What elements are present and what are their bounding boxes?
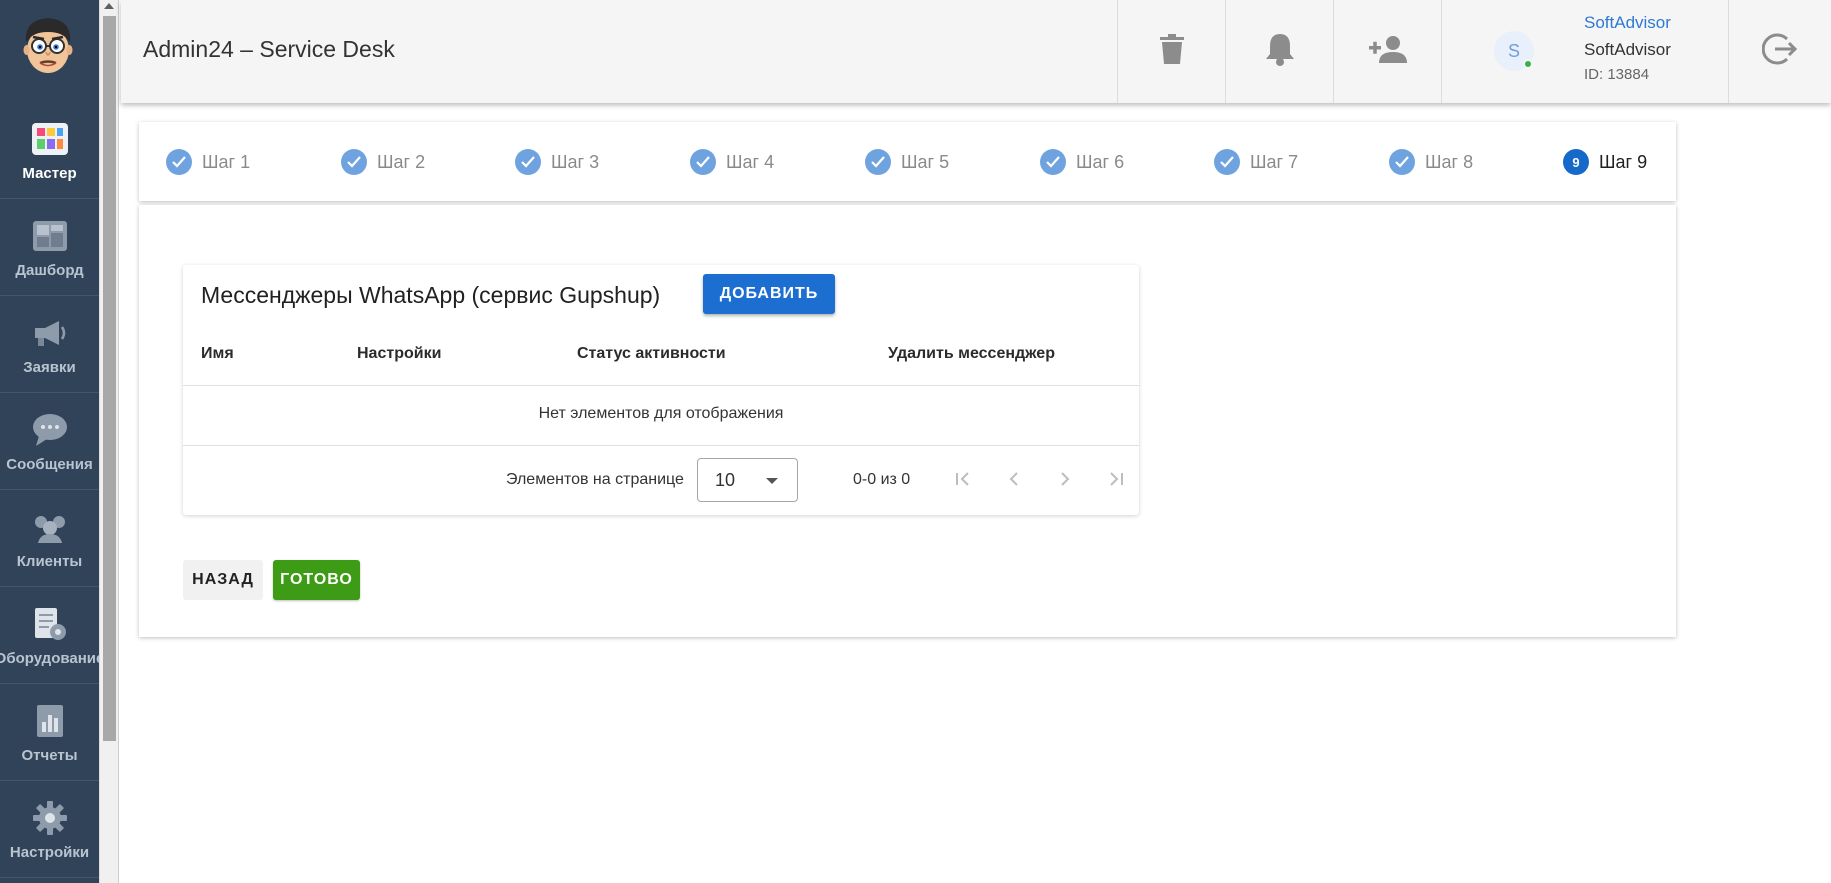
step-1[interactable]: Шаг 1 — [166, 149, 250, 175]
column-header-delete[interactable]: Удалить мессенджер — [888, 345, 1055, 363]
first-page-icon — [954, 471, 972, 492]
sidebar-item-label: Мастер — [22, 164, 77, 182]
wizard-icon — [30, 119, 70, 159]
step-number-badge: 9 — [1563, 149, 1589, 175]
user-profile-link[interactable]: SoftAdvisor — [1584, 13, 1671, 33]
step-7[interactable]: Шаг 7 — [1214, 149, 1298, 175]
app-title: Admin24 – Service Desk — [143, 36, 395, 62]
reports-icon — [30, 701, 70, 741]
step-9[interactable]: 9 Шаг 9 — [1563, 149, 1647, 175]
table-title: Мессенджеры WhatsApp (сервис Gupshup) — [201, 282, 661, 308]
step-4[interactable]: Шаг 4 — [690, 149, 774, 175]
check-icon — [166, 149, 192, 175]
sidebar-item-dashboard[interactable]: Дашборд — [0, 199, 99, 296]
step-8[interactable]: Шаг 8 — [1389, 149, 1473, 175]
column-header-settings[interactable]: Настройки — [357, 345, 441, 363]
sidebar-item-label: Заявки — [23, 358, 76, 376]
step-label: Шаг 7 — [1250, 151, 1299, 172]
column-header-status[interactable]: Статус активности — [577, 345, 726, 363]
step-content-card: Мессенджеры WhatsApp (сервис Gupshup) ДО… — [139, 205, 1676, 637]
step-label: Шаг 8 — [1425, 151, 1474, 172]
sidebar-item-label: Сообщения — [6, 455, 93, 473]
step-label: Шаг 1 — [202, 151, 251, 172]
add-user-icon — [1368, 35, 1407, 68]
wizard-stepper: Шаг 1 Шаг 2 Шаг 3 Шаг 4 Шаг 5 Шаг 6 Шаг … — [139, 122, 1676, 201]
sidebar-item-label: Оборудование — [0, 649, 105, 667]
user-id: ID: 13884 — [1584, 66, 1650, 83]
sidebar-item-label: Клиенты — [16, 552, 83, 570]
user-name: SoftAdvisor — [1584, 40, 1671, 59]
clients-icon — [30, 507, 70, 547]
sidebar-item-label: Настройки — [9, 843, 90, 861]
online-status-indicator — [1523, 59, 1533, 69]
check-icon — [690, 149, 716, 175]
sidebar-item-clients[interactable]: Клиенты — [0, 490, 99, 587]
chat-bubble-icon — [30, 410, 70, 450]
done-button[interactable]: ГОТОВО — [273, 560, 360, 600]
step-label: Шаг 2 — [377, 151, 426, 172]
trash-icon — [1159, 34, 1185, 69]
dashboard-icon — [30, 216, 70, 256]
app-logo[interactable] — [16, 12, 80, 76]
step-label: Шаг 6 — [1076, 151, 1125, 172]
step-6[interactable]: Шаг 6 — [1040, 149, 1124, 175]
header-divider — [183, 385, 1139, 386]
bell-icon — [1265, 32, 1295, 71]
step-label: Шаг 4 — [726, 151, 775, 172]
check-icon — [1389, 149, 1415, 175]
column-header-name[interactable]: Имя — [201, 345, 234, 363]
check-icon — [341, 149, 367, 175]
top-header: Admin24 – Service Desk S SoftAdvisor Sof… — [121, 0, 1831, 103]
user-profile[interactable]: S SoftAdvisor SoftAdvisor ID: 13884 — [1441, 0, 1728, 103]
per-page-value: 10 — [715, 470, 736, 490]
sidebar-item-equipment[interactable]: Оборудование — [0, 587, 104, 684]
megaphone-icon — [30, 313, 70, 353]
chevron-left-icon — [1007, 471, 1021, 492]
sidebar-item-master[interactable]: Мастер — [0, 102, 99, 199]
step-label: Шаг 3 — [551, 151, 600, 172]
sidebar-item-tickets[interactable]: Заявки — [0, 296, 99, 393]
gear-icon — [30, 798, 70, 838]
scroll-up-arrow-icon[interactable] — [104, 3, 114, 9]
logout-icon — [1761, 32, 1798, 71]
step-5[interactable]: Шаг 5 — [865, 149, 949, 175]
dropdown-arrow-icon — [766, 478, 778, 484]
per-page-select[interactable]: 10 — [697, 458, 798, 502]
sidebar-item-reports[interactable]: Отчеты — [0, 684, 99, 781]
step-2[interactable]: Шаг 2 — [341, 149, 425, 175]
scrollbar-thumb[interactable] — [103, 16, 116, 741]
vertical-scrollbar[interactable] — [99, 0, 119, 883]
check-icon — [865, 149, 891, 175]
add-user-button[interactable] — [1333, 0, 1441, 103]
empty-table-message: Нет элементов для отображения — [538, 405, 784, 422]
check-icon — [1214, 149, 1240, 175]
step-3[interactable]: Шаг 3 — [515, 149, 599, 175]
pagination-range: 0-0 из 0 — [853, 471, 911, 488]
check-icon — [515, 149, 541, 175]
first-page-button[interactable] — [949, 468, 977, 494]
trash-button[interactable] — [1117, 0, 1225, 103]
last-page-icon — [1107, 471, 1125, 492]
back-button[interactable]: НАЗАД — [183, 560, 263, 600]
add-messenger-button[interactable]: ДОБАВИТЬ — [703, 274, 835, 314]
check-icon — [1040, 149, 1066, 175]
sidebar-item-label: Отчеты — [21, 746, 78, 764]
equipment-icon — [30, 604, 70, 644]
step-label: Шаг 5 — [901, 151, 950, 172]
previous-page-button[interactable] — [1000, 468, 1028, 494]
chevron-right-icon — [1058, 471, 1072, 492]
footer-divider — [183, 445, 1139, 446]
sidebar: Мастер Дашборд Заявки Сообщения Клиенты … — [0, 0, 104, 883]
step-label: Шаг 9 — [1599, 151, 1648, 172]
per-page-label: Элементов на странице — [506, 471, 684, 488]
notifications-button[interactable] — [1225, 0, 1333, 103]
sidebar-item-label: Дашборд — [15, 261, 84, 279]
sidebar-item-settings[interactable]: Настройки — [0, 781, 99, 878]
last-page-button[interactable] — [1102, 468, 1130, 494]
messengers-table: Мессенджеры WhatsApp (сервис Gupshup) ДО… — [183, 265, 1139, 515]
logout-button[interactable] — [1728, 0, 1831, 103]
sidebar-item-messages[interactable]: Сообщения — [0, 393, 99, 490]
next-page-button[interactable] — [1051, 468, 1079, 494]
